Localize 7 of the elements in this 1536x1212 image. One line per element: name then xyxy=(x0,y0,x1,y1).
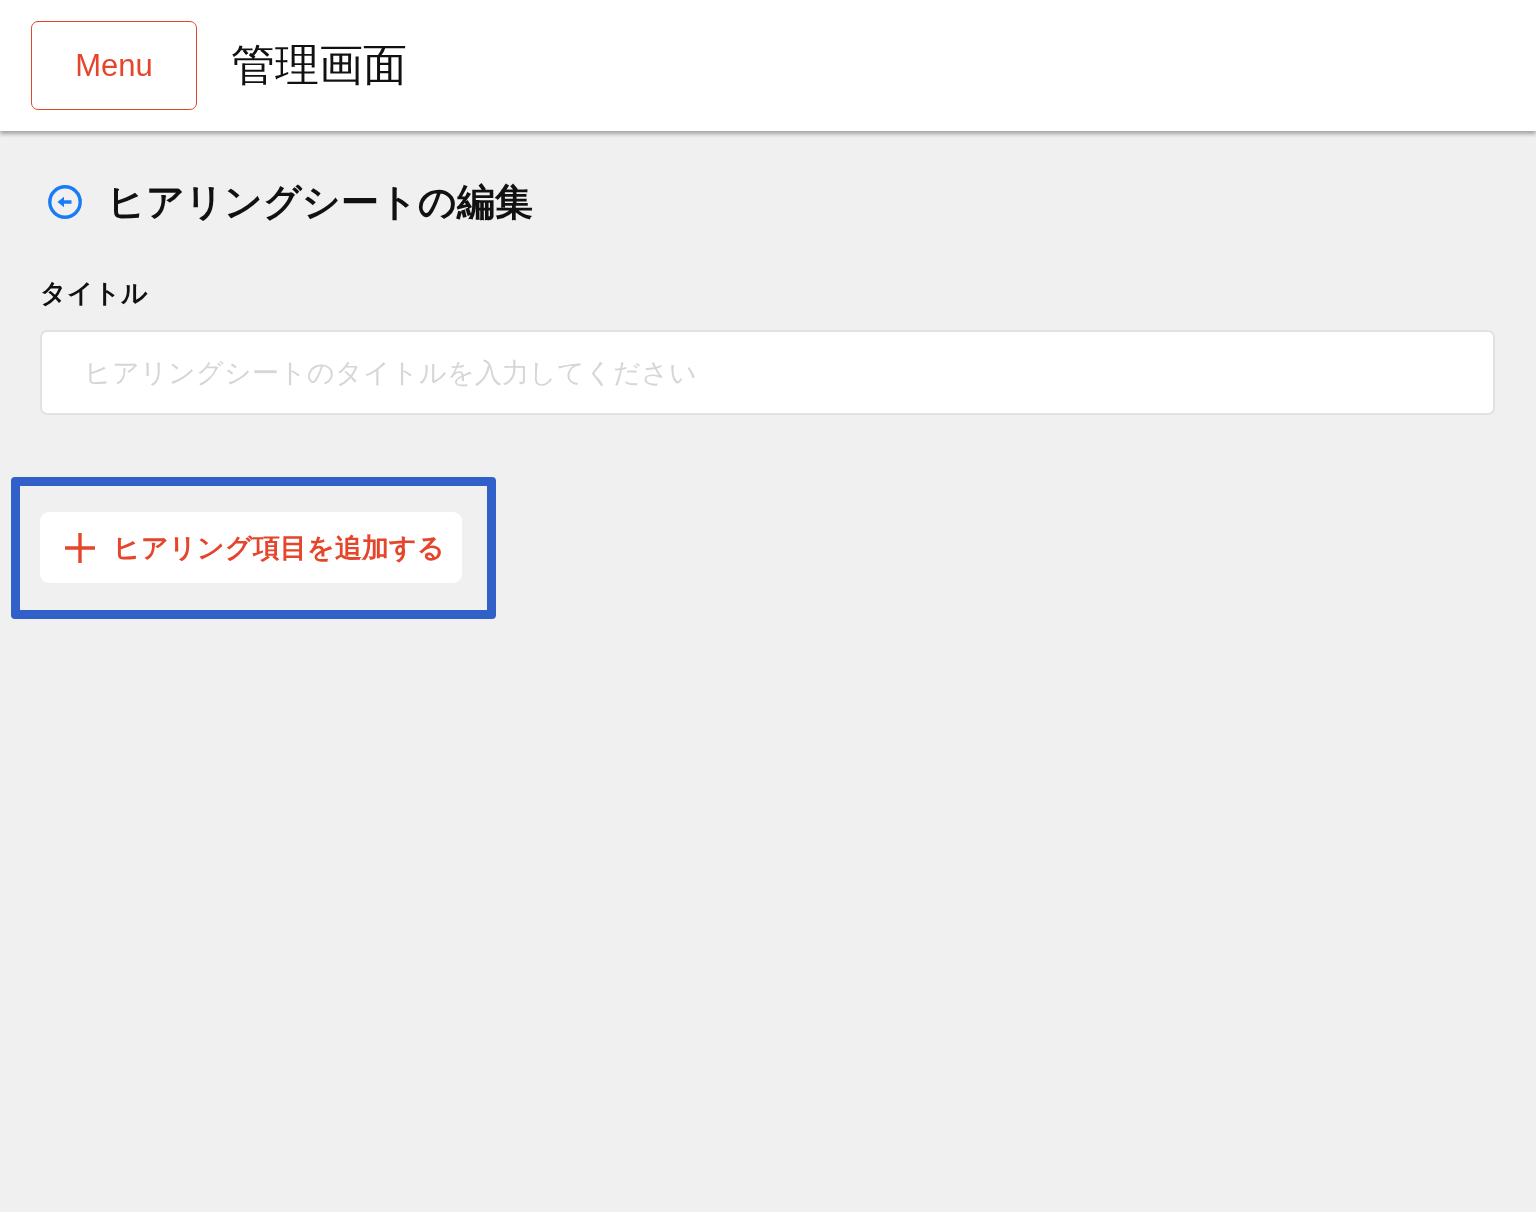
field-label: タイトル xyxy=(40,277,148,309)
add-item-button[interactable]: ヒアリング項目を追加する xyxy=(40,512,462,583)
plus-icon xyxy=(65,532,95,563)
back-icon[interactable] xyxy=(48,185,82,219)
page-heading: ヒアリングシートの編集 xyxy=(107,180,533,224)
menu-button[interactable]: Menu xyxy=(31,21,197,110)
app-title: 管理画面 xyxy=(231,39,407,92)
